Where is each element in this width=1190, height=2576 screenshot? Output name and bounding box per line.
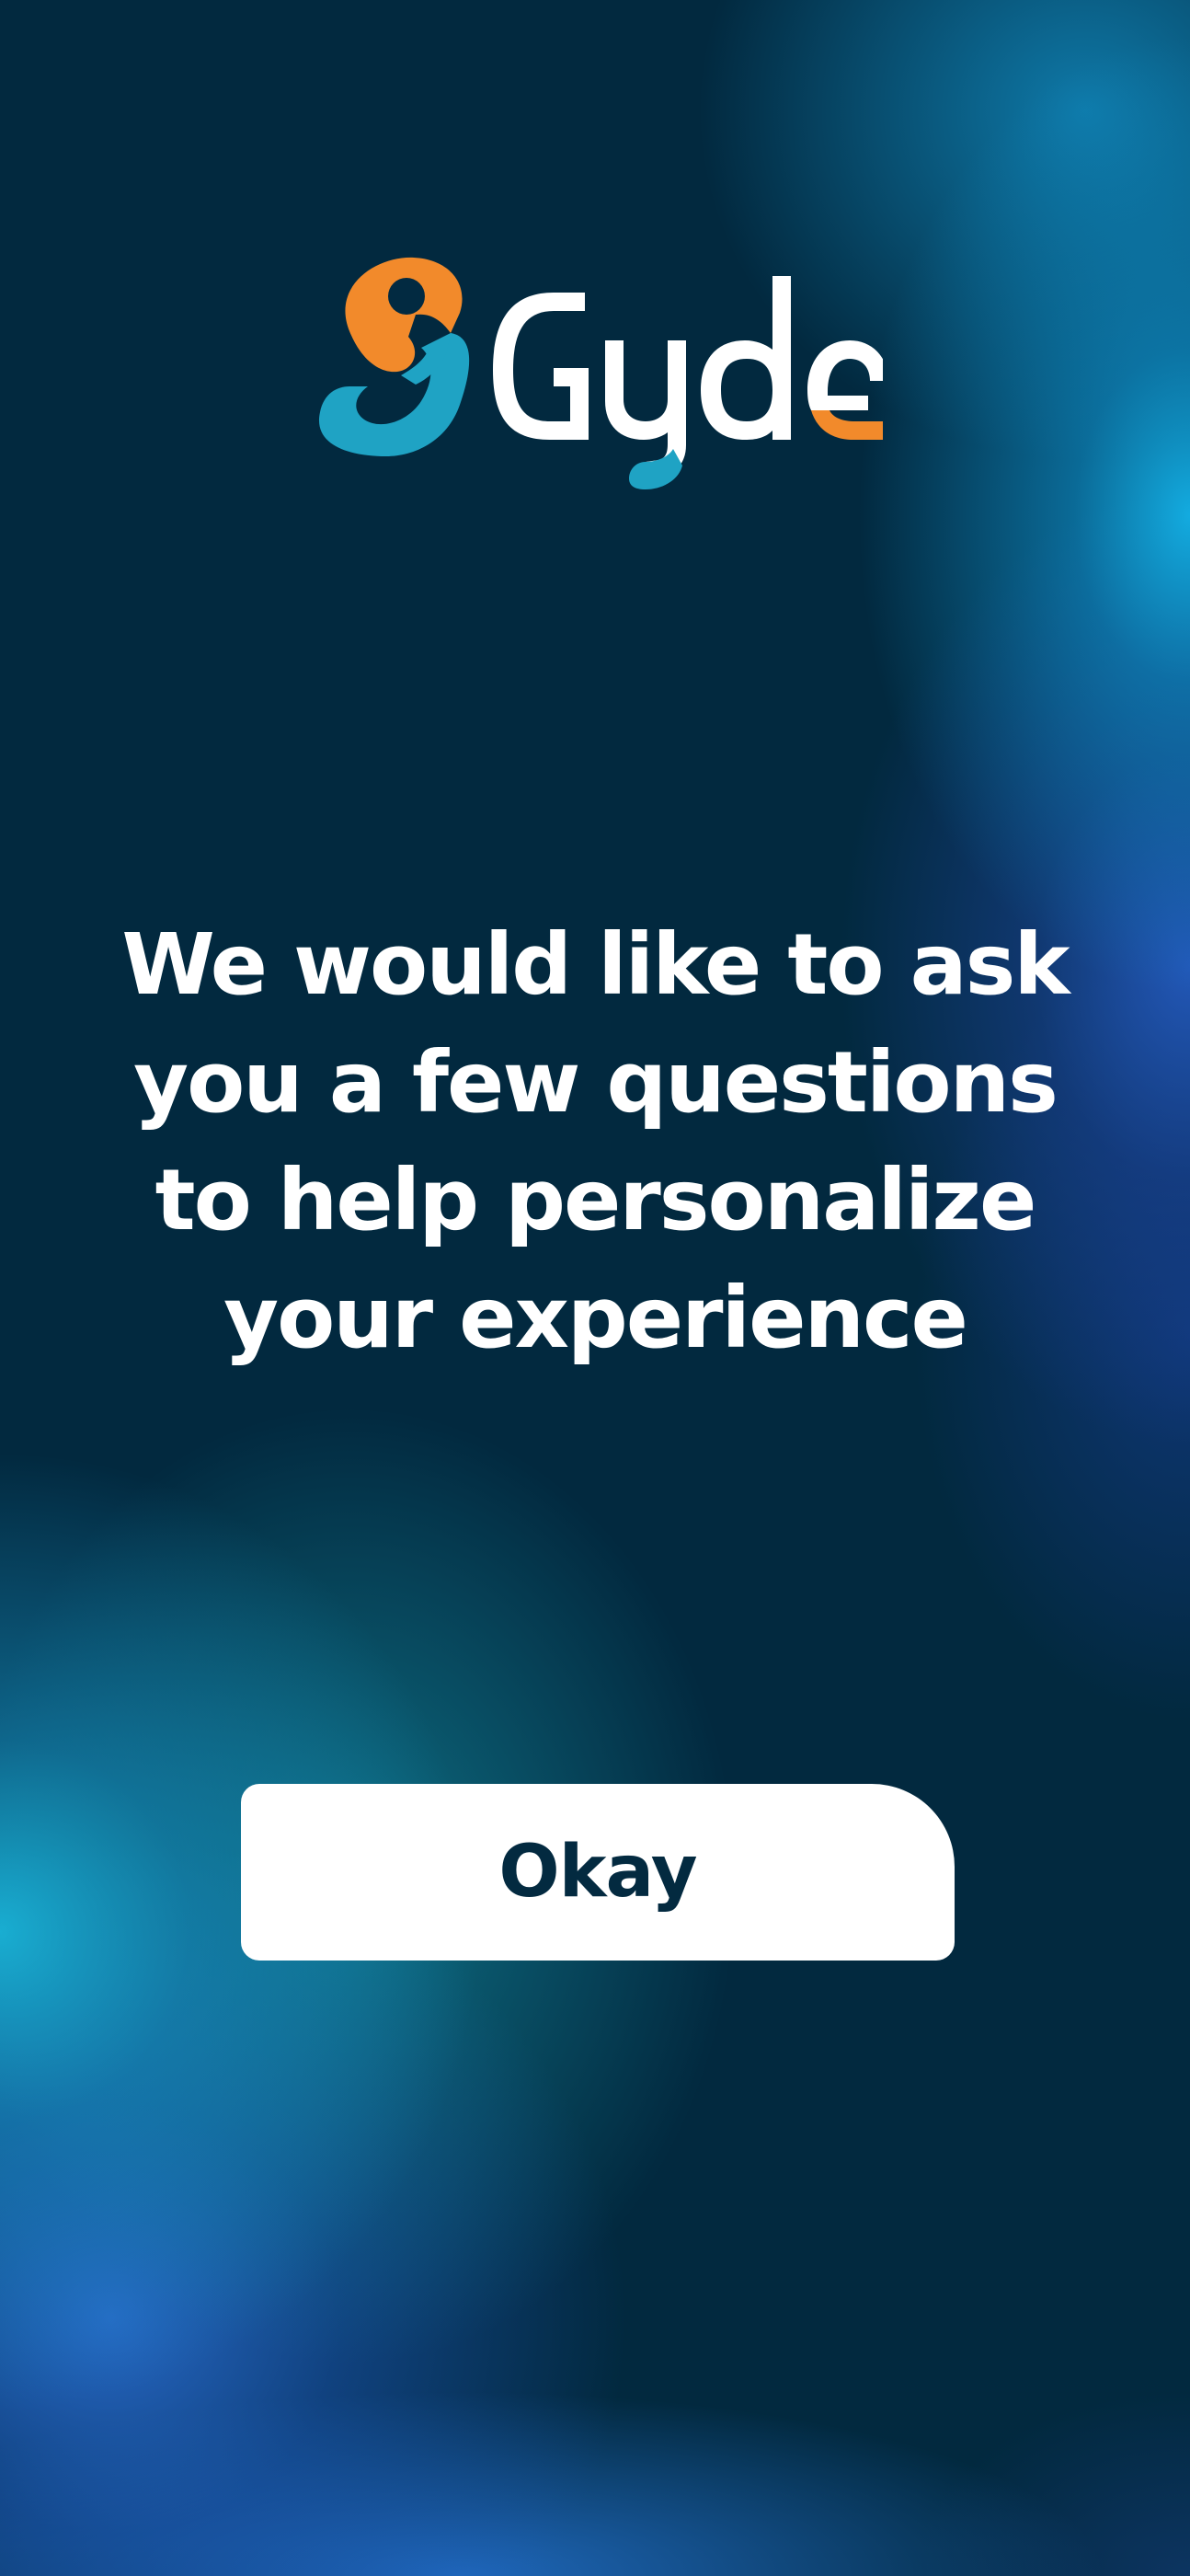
headline-line: We would like to ask (121, 915, 1070, 1014)
logo-letter-d (701, 276, 791, 440)
gyde-logo (313, 248, 883, 506)
logo-letter-g (493, 293, 589, 440)
onboarding-headline: We would like to ask you a few questions… (92, 906, 1098, 1377)
logo-letter-e (807, 340, 883, 410)
okay-button-label: Okay (498, 1831, 697, 1914)
headline-line: your experience (223, 1269, 968, 1367)
headline-line: to help personalize (154, 1151, 1037, 1249)
okay-button[interactable]: Okay (241, 1784, 955, 1961)
headline-line: you a few questions (133, 1033, 1058, 1132)
